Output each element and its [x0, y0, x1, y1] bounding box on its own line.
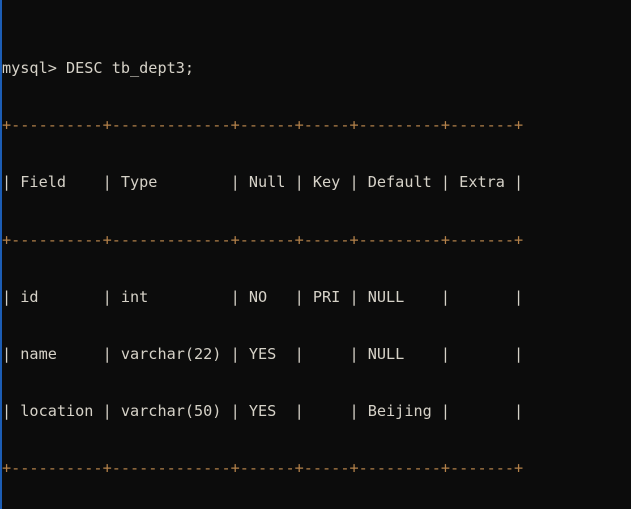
terminal-screen[interactable]: mysql> DESC tb_dept3; +----------+------…	[2, 2, 631, 509]
table-row: | location | varchar(50) | YES | | Beiji…	[2, 401, 524, 420]
prompt-line-desc-1: mysql> DESC tb_dept3;	[2, 59, 195, 78]
table-row: | name | varchar(22) | YES | | NULL | |	[2, 344, 524, 363]
table-1-top-border: +----------+-------------+------+-----+-…	[2, 116, 524, 135]
window-left-edge	[0, 0, 2, 509]
terminal-window[interactable]: mysql> DESC tb_dept3; +----------+------…	[0, 0, 631, 509]
table-1-header-rule: +----------+-------------+------+-----+-…	[2, 230, 524, 249]
table-row: | id | int | NO | PRI | NULL | |	[2, 287, 524, 306]
table-1-bottom-border: +----------+-------------+------+-----+-…	[2, 459, 524, 478]
table-1-header-row: | Field | Type | Null | Key | Default | …	[2, 173, 524, 192]
